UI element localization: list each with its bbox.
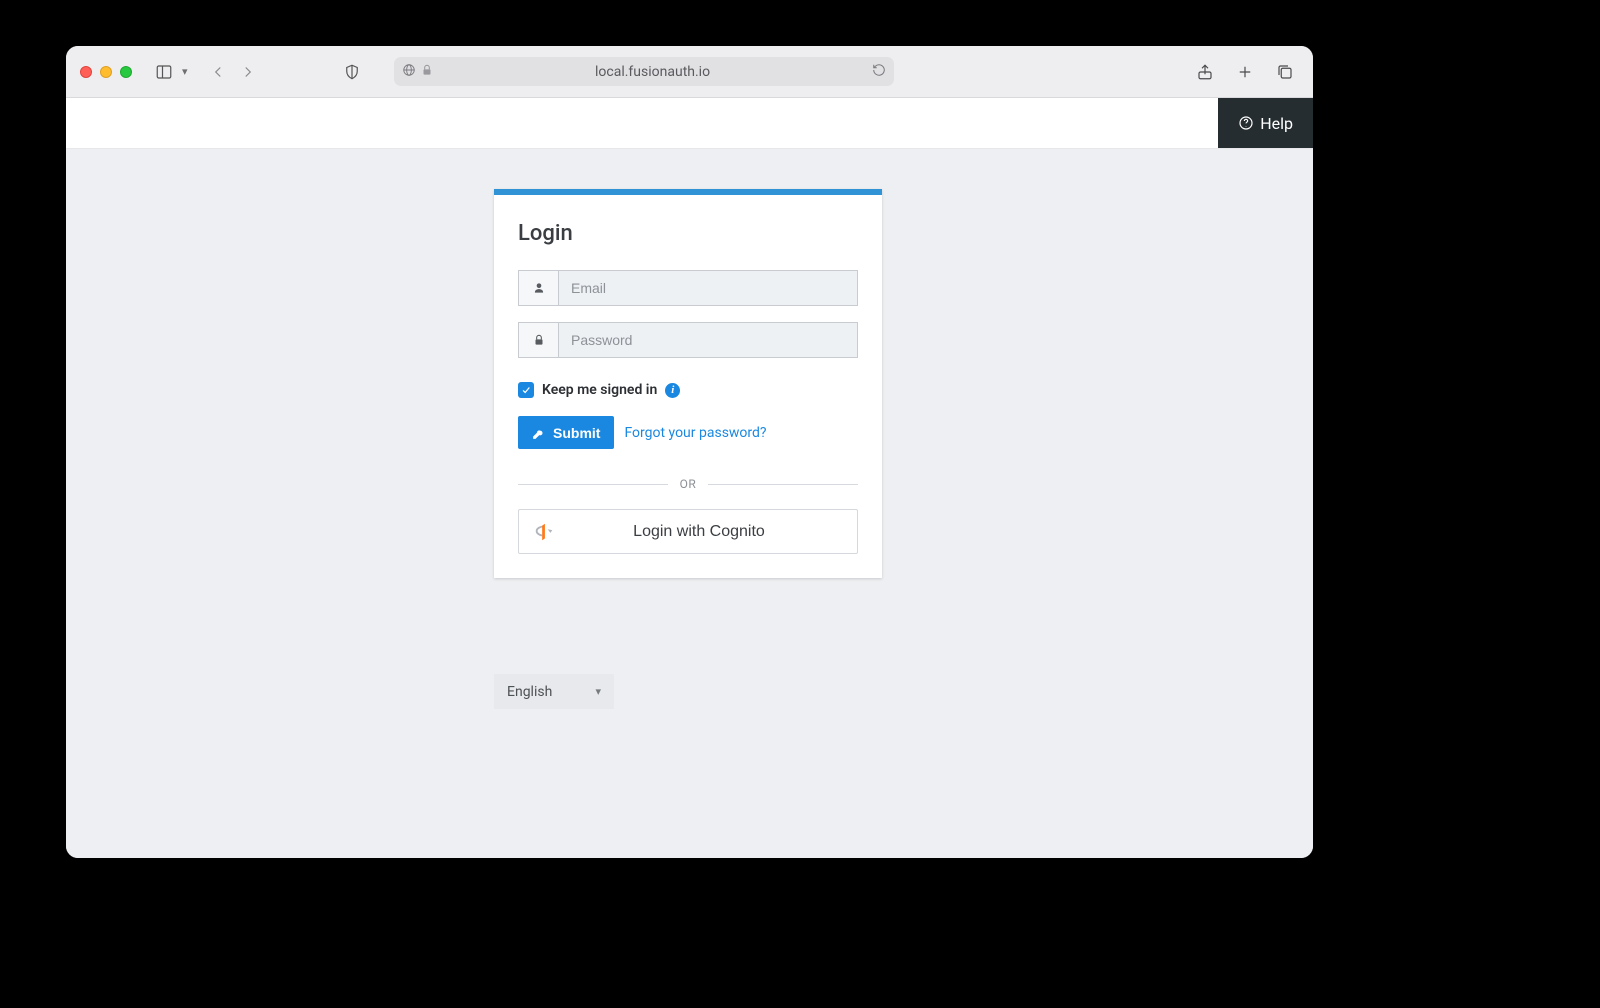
privacy-shield-icon[interactable]: [338, 58, 366, 86]
user-icon: [518, 270, 558, 306]
or-text: OR: [680, 477, 697, 491]
or-divider: OR: [518, 477, 858, 491]
url-text: local.fusionauth.io: [434, 64, 872, 80]
login-title: Login: [518, 221, 858, 246]
login-with-cognito-button[interactable]: Login with Cognito: [518, 509, 858, 554]
password-field[interactable]: [558, 322, 858, 358]
address-bar[interactable]: local.fusionauth.io: [394, 57, 894, 86]
new-tab-icon[interactable]: [1231, 58, 1259, 86]
chevron-down-icon: ▾: [595, 685, 601, 698]
keep-signed-label: Keep me signed in: [542, 382, 657, 398]
keep-signed-checkbox[interactable]: [518, 382, 534, 398]
tabs-overview-icon[interactable]: [1271, 58, 1299, 86]
content-area: Login Keep me signed in i: [66, 149, 1313, 858]
lock-input-icon: [518, 322, 558, 358]
reload-icon[interactable]: [872, 62, 886, 81]
submit-label: Submit: [553, 425, 600, 441]
browser-toolbar: ▾ local.fusionauth.io: [66, 46, 1313, 98]
email-field[interactable]: [558, 270, 858, 306]
divider-line: [708, 484, 858, 485]
language-selected: English: [507, 684, 552, 700]
site-settings-icon[interactable]: [402, 62, 416, 81]
share-icon[interactable]: [1191, 58, 1219, 86]
openid-icon: [533, 521, 555, 543]
forgot-password-link[interactable]: Forgot your password?: [624, 425, 766, 441]
sidebar-toggle-icon[interactable]: [150, 58, 178, 86]
key-icon: [532, 426, 546, 440]
help-label: Help: [1260, 114, 1293, 133]
app-header: Help: [66, 98, 1313, 149]
submit-button[interactable]: Submit: [518, 416, 614, 449]
minimize-window-icon[interactable]: [100, 66, 112, 78]
browser-window: ▾ local.fusionauth.io: [66, 46, 1313, 858]
sidebar-menu-chevron-icon[interactable]: ▾: [182, 65, 188, 78]
login-card: Login Keep me signed in i: [494, 189, 882, 578]
keep-signed-row: Keep me signed in i: [518, 382, 858, 398]
idp-label: Login with Cognito: [555, 523, 843, 541]
help-button[interactable]: Help: [1218, 98, 1313, 148]
close-window-icon[interactable]: [80, 66, 92, 78]
info-icon[interactable]: i: [665, 383, 680, 398]
lock-icon: [420, 62, 434, 81]
password-input-group: [518, 322, 858, 358]
language-select[interactable]: English ▾: [494, 674, 614, 709]
divider-line: [518, 484, 668, 485]
back-button[interactable]: [204, 58, 232, 86]
email-input-group: [518, 270, 858, 306]
maximize-window-icon[interactable]: [120, 66, 132, 78]
forward-button[interactable]: [234, 58, 262, 86]
window-controls: [80, 66, 132, 78]
